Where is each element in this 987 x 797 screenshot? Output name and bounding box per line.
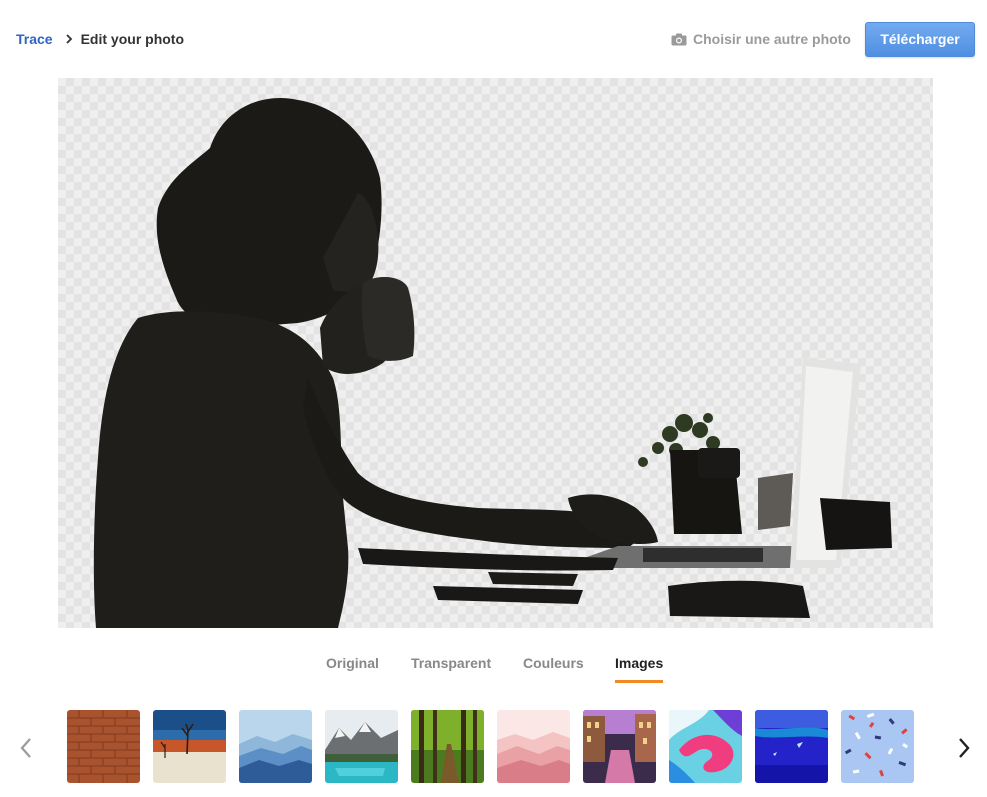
thumbnail-desert-trees[interactable]: [153, 710, 226, 783]
tab-images[interactable]: Images: [615, 655, 664, 683]
thumbnail-underwater-blue[interactable]: [755, 710, 828, 783]
chevron-right-icon: [65, 32, 75, 46]
download-button[interactable]: Télécharger: [865, 22, 975, 57]
thumbnail-pink-mountains[interactable]: [497, 710, 570, 783]
choose-other-photo-link[interactable]: Choisir une autre photo: [671, 31, 851, 47]
thumbnail-paint-swirl[interactable]: [669, 710, 742, 783]
header: Trace Edit your photo Choisir une autre …: [0, 0, 987, 78]
tab-couleurs[interactable]: Couleurs: [523, 655, 584, 683]
breadcrumb: Trace Edit your photo: [16, 31, 184, 47]
thumbnail-forest-path[interactable]: [411, 710, 484, 783]
thumbnail-brick-wall[interactable]: [67, 710, 140, 783]
thumbnail-confetti[interactable]: [841, 710, 914, 783]
choose-photo-label: Choisir une autre photo: [693, 31, 851, 47]
breadcrumb-root-link[interactable]: Trace: [16, 31, 53, 47]
tab-transparent[interactable]: Transparent: [411, 655, 491, 683]
background-thumbnails: [0, 710, 987, 784]
thumbnail-blue-mountains[interactable]: [239, 710, 312, 783]
chevron-right-icon[interactable]: [954, 736, 974, 760]
camera-icon: [671, 33, 687, 46]
thumbnail-lake-mountains[interactable]: [325, 710, 398, 783]
subject-silhouette: [93, 98, 892, 628]
chevron-left-icon[interactable]: [16, 736, 36, 760]
tab-original[interactable]: Original: [326, 655, 379, 683]
breadcrumb-current: Edit your photo: [80, 31, 185, 47]
thumbnail-venice-canal[interactable]: [583, 710, 656, 783]
background-tabs: Original Transparent Couleurs Images: [0, 655, 987, 695]
photo-canvas[interactable]: [58, 78, 933, 628]
